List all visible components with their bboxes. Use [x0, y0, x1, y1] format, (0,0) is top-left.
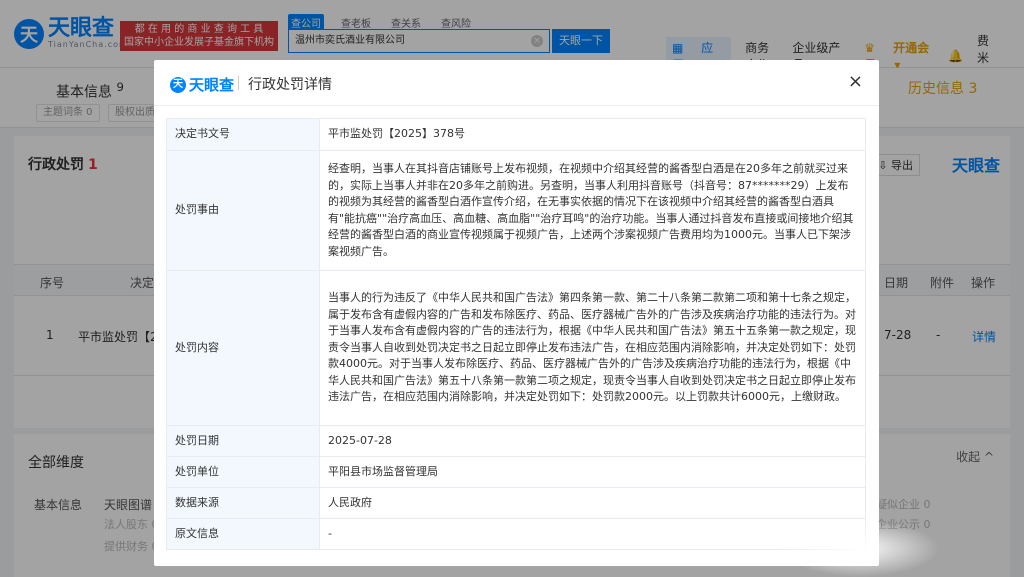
detail-row: 处罚单位 平阳县市场监督管理局 [166, 456, 866, 488]
value-authority: 平阳县市场监督管理局 [319, 456, 866, 488]
modal-title: 行政处罚详情 [248, 77, 332, 93]
modal-logo: 天 天眼查 [170, 74, 234, 95]
value-decision-no: 平市监处罚【2025】378号 [319, 118, 866, 151]
label-decision-no: 决定书文号 [166, 118, 320, 151]
label-original: 原文信息 [166, 518, 320, 550]
label-source: 数据来源 [166, 487, 320, 519]
modal-header: 天 天眼查 行政处罚详情 × [154, 60, 879, 106]
detail-row: 处罚内容 当事人的行为违反了《中华人民共和国广告法》第四条第一款、第二十八条第二… [166, 270, 866, 426]
detail-row: 处罚日期 2025-07-28 [166, 425, 866, 457]
value-reason: 经查明，当事人在其抖音店铺账号上发布视频，在视频中介绍其经营的酱香型白酒是在20… [319, 150, 866, 271]
close-icon[interactable]: × [848, 71, 863, 92]
label-authority: 处罚单位 [166, 456, 320, 488]
divider [238, 76, 239, 90]
modal-logo-name: 天眼查 [189, 76, 235, 94]
value-source: 人民政府 [319, 487, 866, 519]
logo-icon: 天 [170, 76, 186, 93]
label-reason: 处罚事由 [166, 150, 320, 271]
penalty-detail-modal: 天 天眼查 行政处罚详情 × 决定书文号 平市监处罚【2025】378号 处罚事… [154, 60, 879, 566]
detail-table: 决定书文号 平市监处罚【2025】378号 处罚事由 经查明，当事人在其抖音店铺… [166, 118, 866, 550]
label-content: 处罚内容 [166, 270, 320, 426]
label-date: 处罚日期 [166, 425, 320, 457]
watermark-fade [780, 520, 940, 577]
value-date: 2025-07-28 [319, 425, 866, 457]
detail-row: 处罚事由 经查明，当事人在其抖音店铺账号上发布视频，在视频中介绍其经营的酱香型白… [166, 150, 866, 271]
detail-row: 决定书文号 平市监处罚【2025】378号 [166, 118, 866, 151]
detail-row: 原文信息 - [166, 518, 866, 550]
value-content: 当事人的行为违反了《中华人民共和国广告法》第四条第一款、第二十八条第二款第二项和… [319, 270, 866, 426]
detail-row: 数据来源 人民政府 [166, 487, 866, 519]
